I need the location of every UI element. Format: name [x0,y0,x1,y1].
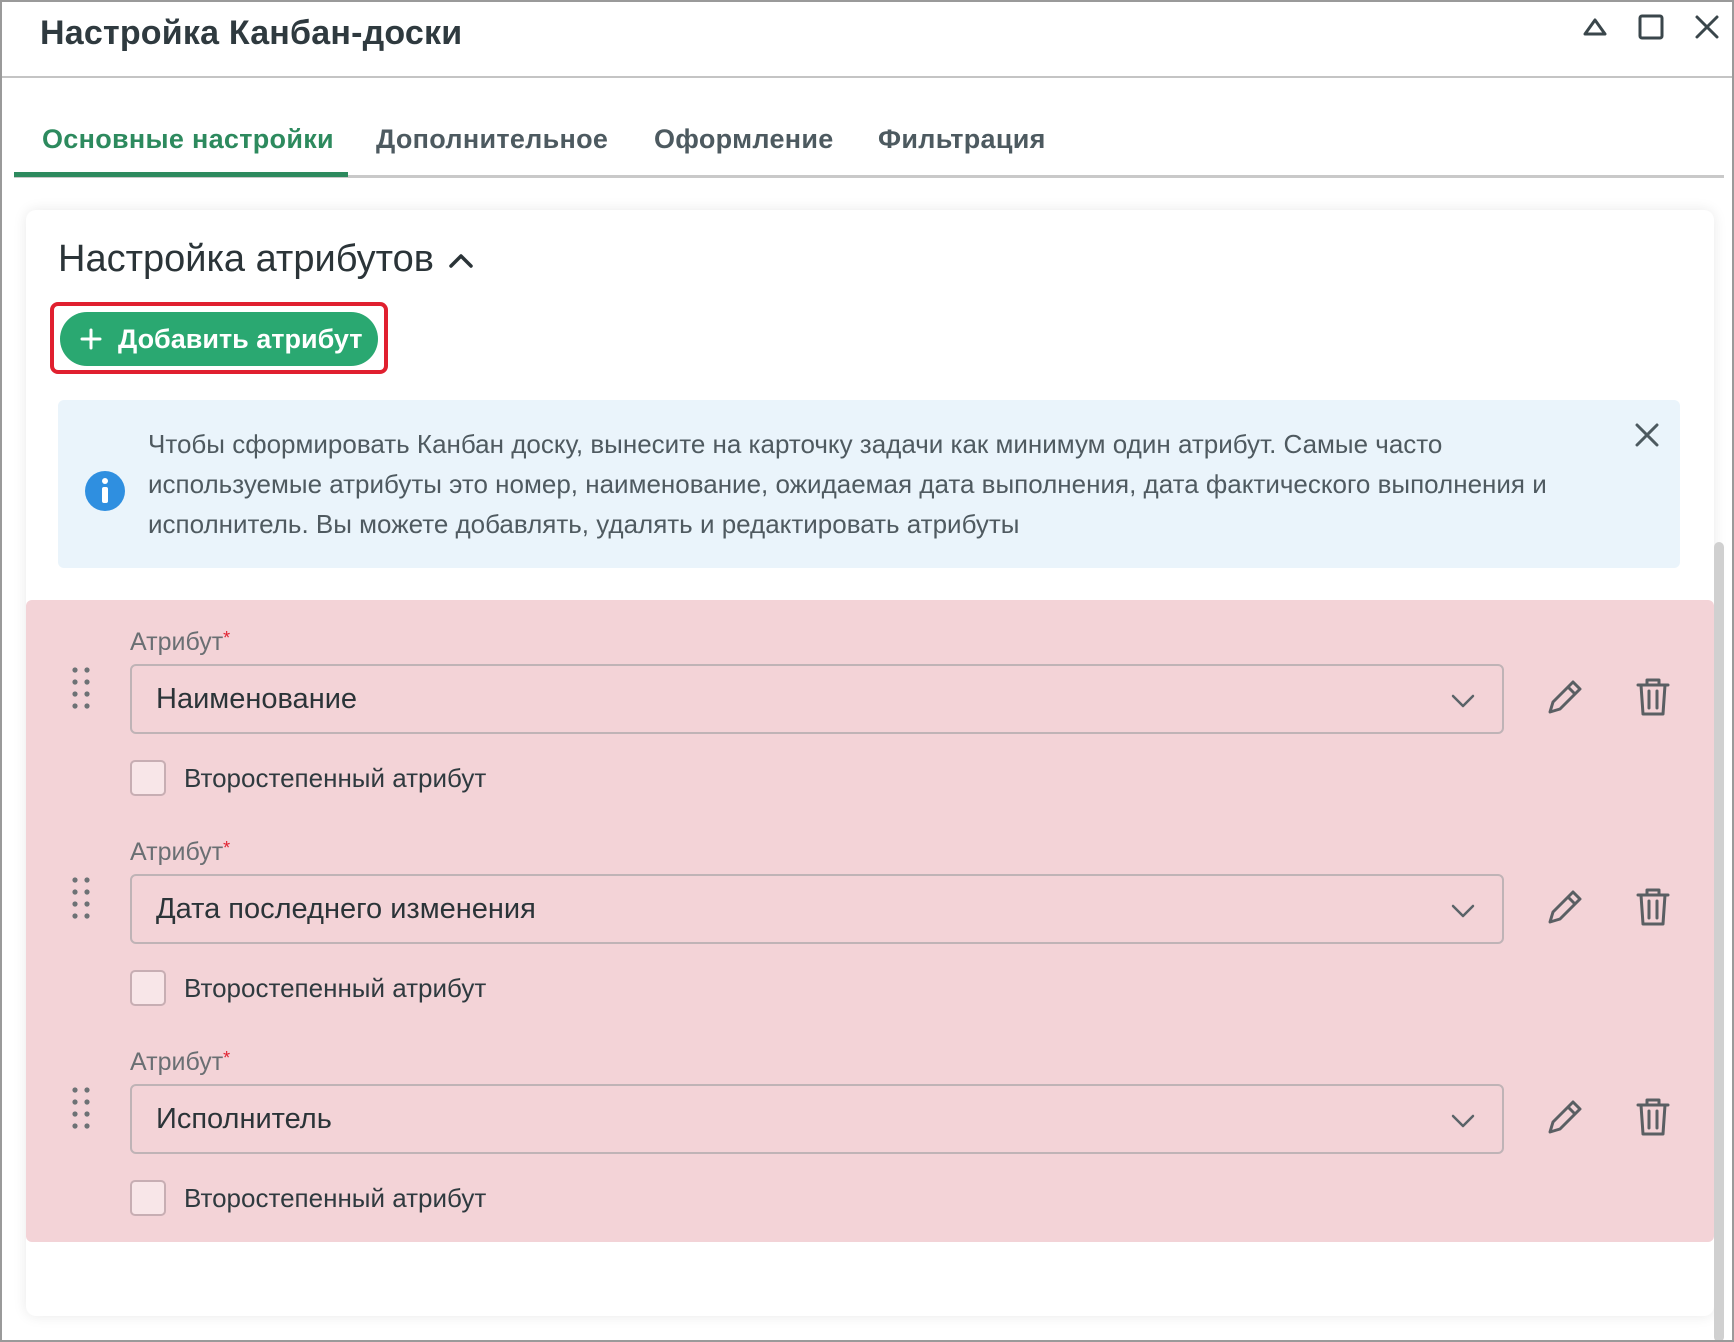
drag-handle-icon [72,877,90,919]
pencil-icon [1548,680,1582,714]
tab-appearance[interactable]: Оформление [654,124,834,155]
drag-handle-icon [72,1087,90,1129]
close-window-button[interactable] [1688,8,1726,46]
close-icon [1635,423,1659,447]
window-controls [1576,8,1726,46]
attribute-select[interactable]: Дата последнего изменения [130,874,1504,944]
chevron-down-icon [1451,694,1475,708]
active-tab-indicator [14,172,348,177]
attribute-row: Атрибут* Исполнитель Второстепенный атри… [26,1020,1714,1242]
info-text: Чтобы сформировать Канбан доску, вынесит… [148,429,1547,539]
delete-attribute-button[interactable] [1634,676,1672,723]
attributes-panel: Настройка атрибутов Добавить атрибут Что… [26,210,1714,1316]
attribute-field-label: Атрибут* [130,1048,230,1077]
secondary-attribute-checkbox[interactable] [130,760,166,796]
drag-handle[interactable] [70,876,92,925]
required-mark: * [223,628,231,648]
drag-handle-icon [72,667,90,709]
chevron-up-icon [449,253,473,268]
attribute-field-label: Атрибут* [130,838,230,867]
required-mark: * [223,1048,231,1068]
edit-attribute-button[interactable] [1544,676,1586,723]
tab-additional[interactable]: Дополнительное [376,124,608,155]
tab-filtering[interactable]: Фильтрация [878,124,1046,155]
maximize-button[interactable] [1632,8,1670,46]
settings-window: Настройка Канбан-доски Основные настройк… [0,0,1734,1342]
attribute-row: Атрибут* Дата последнего изменения Второ… [26,810,1714,1032]
secondary-attribute-toggle[interactable]: Второстепенный атрибут [130,970,486,1006]
add-attribute-label: Добавить атрибут [118,323,363,354]
attribute-select[interactable]: Исполнитель [130,1084,1504,1154]
delete-attribute-button[interactable] [1634,886,1672,933]
trash-icon [1636,1098,1670,1136]
edit-attribute-button[interactable] [1544,886,1586,933]
secondary-attribute-label: Второстепенный атрибут [184,972,487,1003]
plus-icon [80,328,102,350]
drag-handle[interactable] [70,1086,92,1135]
secondary-attribute-checkbox[interactable] [130,1180,166,1216]
secondary-attribute-toggle[interactable]: Второстепенный атрибут [130,1180,486,1216]
attribute-select-value: Исполнитель [156,1102,332,1135]
attribute-select-value: Дата последнего изменения [156,892,536,925]
scrollbar[interactable] [1714,542,1724,1340]
required-mark: * [223,838,231,858]
info-banner: Чтобы сформировать Канбан доску, вынесит… [58,400,1680,568]
attribute-label-text: Атрибут [130,628,224,656]
attribute-label-text: Атрибут [130,838,224,866]
trash-icon [1636,678,1670,716]
close-icon [1695,15,1719,39]
attribute-field-label: Атрибут* [130,628,230,657]
chevron-down-icon [1451,904,1475,918]
secondary-attribute-checkbox[interactable] [130,970,166,1006]
section-title: Настройка атрибутов [58,238,434,280]
trash-icon [1636,888,1670,926]
maximize-icon [1638,14,1664,40]
info-close-button[interactable] [1632,420,1662,455]
window-title: Настройка Канбан-доски [40,14,463,52]
attribute-label-text: Атрибут [130,1048,224,1076]
pencil-icon [1548,1100,1582,1134]
title-bar: Настройка Канбан-доски [2,2,1732,78]
delete-attribute-button[interactable] [1634,1096,1672,1143]
info-icon [85,471,125,511]
section-header[interactable]: Настройка атрибутов [58,238,474,281]
attribute-row: Атрибут* Наименование Второстепенный атр… [26,600,1714,822]
attribute-select-value: Наименование [156,682,358,715]
collapse-button[interactable] [1576,8,1614,46]
pencil-icon [1548,890,1582,924]
secondary-attribute-label: Второстепенный атрибут [184,1182,487,1213]
secondary-attribute-toggle[interactable]: Второстепенный атрибут [130,760,486,796]
chevron-down-icon [1451,1114,1475,1128]
tab-bar: Основные настройки Дополнительное Оформл… [14,80,1724,178]
secondary-attribute-label: Второстепенный атрибут [184,762,487,793]
collapse-icon [1583,18,1607,36]
edit-attribute-button[interactable] [1544,1096,1586,1143]
attribute-select[interactable]: Наименование [130,664,1504,734]
tab-main-settings[interactable]: Основные настройки [42,124,334,155]
drag-handle[interactable] [70,666,92,715]
add-attribute-button[interactable]: Добавить атрибут [60,312,378,366]
